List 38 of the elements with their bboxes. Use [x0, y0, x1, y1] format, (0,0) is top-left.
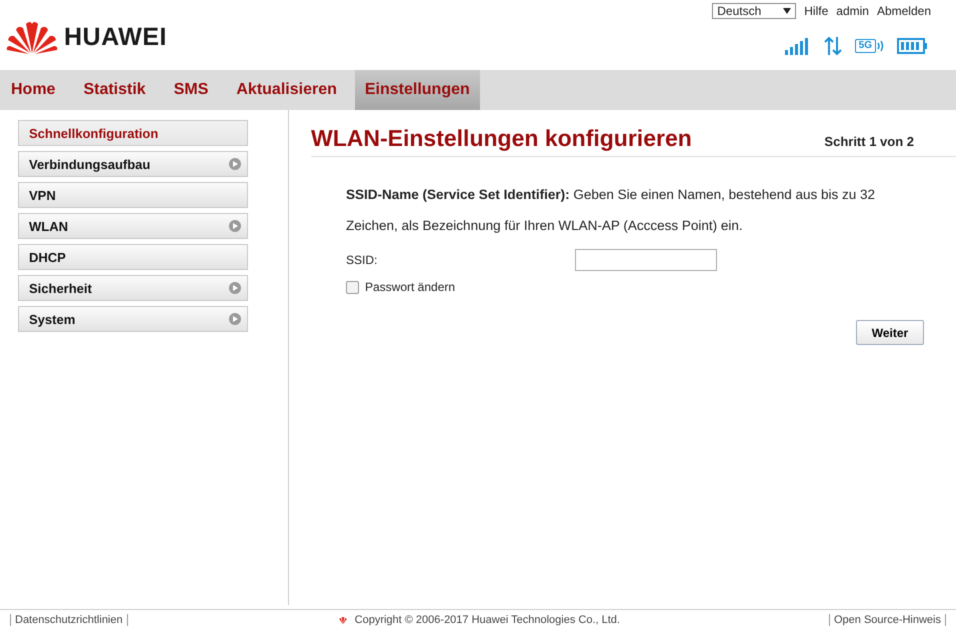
header-link[interactable]: Hilfe: [804, 4, 828, 18]
sidebar-item[interactable]: WLAN: [18, 213, 248, 239]
petal-logo-icon: [336, 616, 349, 624]
privacy-link[interactable]: Datenschutzrichtlinien: [10, 614, 128, 626]
data-transfer-icon: [822, 36, 843, 56]
header-link[interactable]: Abmelden: [876, 4, 931, 18]
signal-icon: [784, 37, 811, 55]
brand-name: HUAWEI: [64, 22, 167, 52]
dropdown-icon: [783, 8, 792, 14]
open-source-link[interactable]: Open Source-Hinweis: [829, 614, 946, 626]
sidebar-item[interactable]: DHCP: [18, 244, 248, 270]
step-indicator: Schritt 1 von 2: [824, 134, 914, 151]
chevron-icon: [229, 313, 241, 325]
nav-tab[interactable]: SMS: [164, 70, 218, 110]
ssid-label: SSID:: [346, 253, 378, 267]
chevron-icon: [229, 282, 241, 294]
header-link[interactable]: admin: [836, 4, 869, 18]
language-select[interactable]: Deutsch: [712, 3, 796, 19]
checkbox[interactable]: [346, 280, 359, 294]
nav-tab[interactable]: Home: [1, 70, 66, 110]
page-title: WLAN-Einstellungen konfigurieren: [311, 125, 692, 152]
sidebar-item[interactable]: VPN: [18, 182, 248, 208]
battery-icon: [897, 38, 927, 54]
copyright-text: Copyright © 2006-2017 Huawei Technologies Co., Ltd.: [354, 614, 620, 626]
sidebar-item[interactable]: System: [18, 306, 248, 332]
nav-tab[interactable]: Einstellungen: [354, 70, 480, 110]
sidebar-item[interactable]: Schnellkonfiguration: [18, 120, 248, 146]
next-button[interactable]: Weiter: [856, 320, 924, 345]
description-text: SSID-Name (Service Set Identifier): Geben Sie einen Namen, bestehend aus bis zu 32 Zeichen, als Bezeichnung für Ihren WLAN-AP (Acccess Point) ein.: [346, 186, 876, 235]
sidebar-item[interactable]: Sicherheit: [18, 275, 248, 301]
petal-logo-icon: [6, 20, 58, 54]
chevron-icon: [229, 158, 241, 170]
ssid-input[interactable]: [575, 249, 717, 271]
chevron-icon: [229, 220, 241, 232]
sidebar-item[interactable]: Verbindungsaufbau: [18, 151, 248, 177]
nav-tab[interactable]: Aktualisieren: [226, 70, 347, 110]
nav-tab[interactable]: Statistik: [73, 70, 156, 110]
checkbox-label: Passwort ändern: [365, 280, 456, 294]
